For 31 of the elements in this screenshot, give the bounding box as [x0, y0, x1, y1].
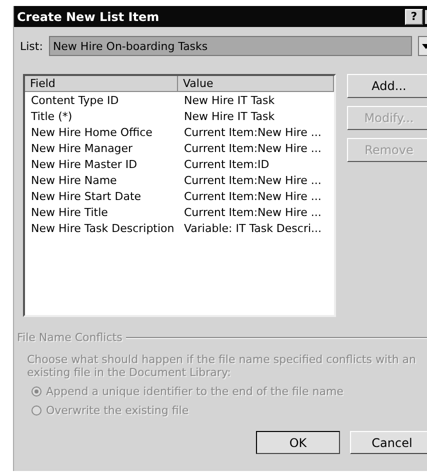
- list-dropdown[interactable]: New Hire On-boarding Tasks: [48, 36, 412, 56]
- group-title: File Name Conflicts: [17, 331, 122, 344]
- list-label: List:: [20, 40, 43, 52]
- table-cell-text: New Hire Start Date: [30, 190, 142, 202]
- table-cell-text: Variable: IT Task Descri...: [183, 222, 323, 234]
- table-cell-text: Current Item:New Hire ...: [183, 190, 322, 202]
- table-cell-text: New Hire Title: [30, 206, 109, 218]
- table-cell-text: New Hire Task Description: [30, 222, 176, 234]
- dialog-button[interactable]: Cancel: [350, 431, 427, 454]
- window-title: Create New List Item: [17, 10, 160, 24]
- table-cell-text: Current Item:New Hire ...: [183, 174, 322, 186]
- column-header[interactable]: Value: [178, 76, 334, 92]
- table-cell-text: New Hire Home Office: [30, 126, 154, 138]
- table-cell-text: New Hire Manager: [30, 142, 134, 154]
- dialog-button[interactable]: OK: [256, 431, 340, 454]
- table-cell-text: Content Type ID: [30, 94, 120, 106]
- radio-label: Overwrite the existing file: [46, 404, 189, 417]
- table-cell-text: New Hire Name: [30, 174, 118, 186]
- table-cell-text: Current Item:New Hire ...: [183, 126, 322, 138]
- table-cell-text: New Hire IT Task: [183, 110, 276, 122]
- table-cell-text: Current Item:New Hire ...: [183, 142, 322, 154]
- table-cell-text: New Hire IT Task: [183, 94, 276, 106]
- table-cell-text: Current Item:ID: [183, 158, 270, 170]
- radio-label: Append a unique identifier to the end of the file name: [46, 385, 344, 398]
- side-button[interactable]: Add...: [347, 74, 427, 98]
- group-description: Choose what should happen if the file name specified conflicts with an existing file in the Document Library:: [27, 353, 418, 379]
- help-button[interactable]: ?: [405, 8, 423, 24]
- column-header[interactable]: Field: [25, 76, 178, 92]
- table-cell-text: Current Item:New Hire ...: [183, 206, 322, 218]
- table-cell-text: New Hire Master ID: [30, 158, 138, 170]
- table-cell-text: Title (*): [30, 110, 74, 122]
